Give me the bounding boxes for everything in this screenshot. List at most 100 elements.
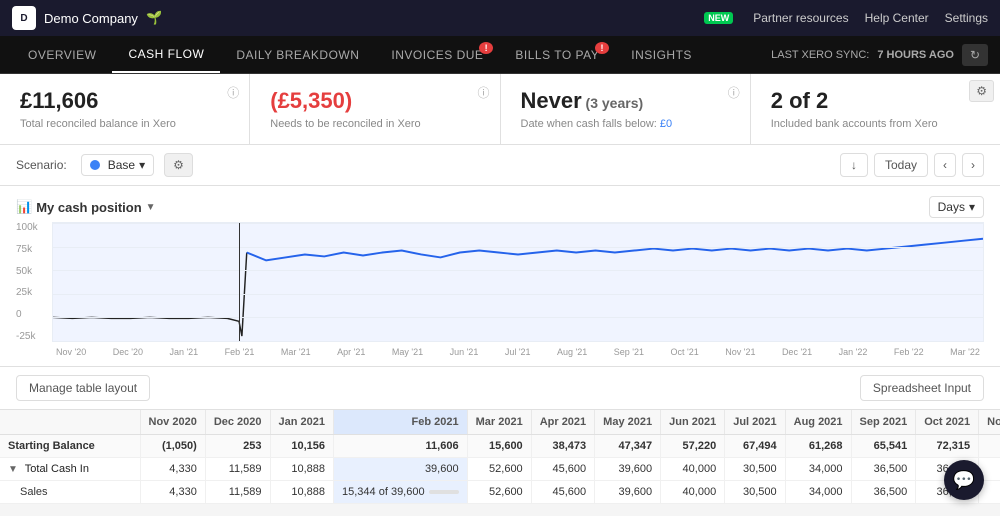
sales-progress-bar: 15,344 of 39,600 xyxy=(342,486,459,498)
bankaccounts-value: 2 of 2 xyxy=(771,88,980,114)
col-header-jul2021: Jul 2021 xyxy=(725,410,785,435)
tab-daily[interactable]: DAILY BREAKDOWN xyxy=(220,36,375,73)
bankaccounts-label: Included bank accounts from Xero xyxy=(771,118,980,130)
company-emoji: 🌱 xyxy=(146,10,162,26)
scenario-settings-button[interactable]: ⚙ xyxy=(164,153,193,177)
help-center-link[interactable]: Help Center xyxy=(865,11,929,25)
today-marker: TODAY xyxy=(239,223,240,341)
unreconciled-value: (£5,350) xyxy=(270,88,479,114)
tci-nov2020: 4,330 xyxy=(140,458,205,481)
tci-apr2021: 45,600 xyxy=(531,458,594,481)
partner-resources-link[interactable]: Partner resources xyxy=(753,11,848,25)
days-select[interactable]: Days ▾ xyxy=(929,196,984,218)
unreconciled-info-icon[interactable]: ⓘ xyxy=(477,84,489,101)
reconciled-label: Total reconciled balance in Xero xyxy=(20,118,229,130)
table-controls: Manage table layout Spreadsheet Input xyxy=(0,367,1000,410)
tab-bills[interactable]: BILLS TO PAY ! xyxy=(499,36,615,73)
cashfalls-info-icon[interactable]: ⓘ xyxy=(728,84,740,101)
chart-x-labels: Nov '20 Dec '20 Jan '21 Feb '21 Mar '21 … xyxy=(52,342,984,362)
total-cash-in-label: ▼ Total Cash In xyxy=(0,458,140,481)
tci-feb2021: 39,600 xyxy=(334,458,468,481)
sb-jul2021: 67,494 xyxy=(725,435,785,458)
sb-mar2021: 15,600 xyxy=(467,435,531,458)
chart-container: 100k 75k 50k 25k 0 -25k TODAY xyxy=(16,222,984,362)
col-header-nov2020: Nov 2020 xyxy=(140,410,205,435)
summary-card-reconciled: ⓘ £11,606 Total reconciled balance in Xe… xyxy=(0,74,250,144)
table-row-total-cash-in: ▼ Total Cash In 4,330 11,589 10,888 39,6… xyxy=(0,458,1000,481)
sales-dec2020: 11,589 xyxy=(205,481,270,504)
summary-card-bankaccounts: ⓘ ⚙ 2 of 2 Included bank accounts from X… xyxy=(751,74,1000,144)
bankaccounts-settings-button[interactable]: ⚙ xyxy=(969,80,994,102)
scenario-dropdown-icon: ▾ xyxy=(139,158,145,172)
new-badge: NEW xyxy=(704,12,733,24)
settings-link[interactable]: Settings xyxy=(945,11,988,25)
manage-layout-button[interactable]: Manage table layout xyxy=(16,375,150,401)
sb-jan2021: 10,156 xyxy=(270,435,333,458)
grid-line-100k xyxy=(53,223,983,224)
sb-aug2021: 61,268 xyxy=(785,435,851,458)
scenario-select[interactable]: Base ▾ xyxy=(81,154,154,176)
tci-jul2021: 30,500 xyxy=(725,458,785,481)
reconciled-value: £11,606 xyxy=(20,88,229,114)
sb-jun2021: 57,220 xyxy=(661,435,725,458)
chart-title-chevron: ▼ xyxy=(146,202,156,213)
col-header-dec2020: Dec 2020 xyxy=(205,410,270,435)
data-table-wrapper: Nov 2020 Dec 2020 Jan 2021 Feb 2021 Mar … xyxy=(0,410,1000,504)
prev-button[interactable]: ‹ xyxy=(934,153,956,177)
tab-navigation: OVERVIEW CASH FLOW DAILY BREAKDOWN INVOI… xyxy=(0,36,1000,74)
reconciled-info-icon[interactable]: ⓘ xyxy=(227,84,239,101)
sales-nov2020: 4,330 xyxy=(140,481,205,504)
spreadsheet-input-button[interactable]: Spreadsheet Input xyxy=(860,375,984,401)
sales-label: Sales xyxy=(0,481,140,504)
sb-nov2021: 72,088 xyxy=(979,435,1000,458)
today-button[interactable]: Today xyxy=(874,153,928,177)
grid-line-0 xyxy=(53,317,983,318)
sales-jan2021: 10,888 xyxy=(270,481,333,504)
col-header-may2021: May 2021 xyxy=(595,410,661,435)
tab-cashflow[interactable]: CASH FLOW xyxy=(112,36,220,73)
tab-insights[interactable]: INSIGHTS xyxy=(615,36,708,73)
col-header-sep2021: Sep 2021 xyxy=(851,410,916,435)
nav-left: D Demo Company 🌱 xyxy=(12,6,162,30)
sales-sep2021: 36,500 xyxy=(851,481,916,504)
tci-dec2020: 11,589 xyxy=(205,458,270,481)
sales-jul2021: 30,500 xyxy=(725,481,785,504)
grid-line-75k xyxy=(53,247,983,248)
days-dropdown-icon: ▾ xyxy=(969,200,975,214)
sb-nov2020: (1,050) xyxy=(140,435,205,458)
invoices-badge: ! xyxy=(479,42,493,54)
download-button[interactable]: ↓ xyxy=(840,153,868,177)
sales-progress-track xyxy=(429,490,459,494)
chat-icon: 💬 xyxy=(953,470,975,491)
col-header-aug2021: Aug 2021 xyxy=(785,410,851,435)
sales-apr2021: 45,600 xyxy=(531,481,594,504)
sb-sep2021: 65,541 xyxy=(851,435,916,458)
sb-may2021: 47,347 xyxy=(595,435,661,458)
summary-card-cashfalls: ⓘ Never (3 years) Date when cash falls b… xyxy=(501,74,751,144)
cashfalls-value: Never (3 years) xyxy=(521,88,730,114)
chart-icon: 📊 xyxy=(16,199,32,215)
sync-refresh-button[interactable]: ↻ xyxy=(962,44,988,66)
cashfalls-link[interactable]: £0 xyxy=(660,118,672,130)
table-row-starting-balance: Starting Balance (1,050) 253 10,156 11,6… xyxy=(0,435,1000,458)
tci-jun2021: 40,000 xyxy=(661,458,725,481)
chart-area: TODAY xyxy=(52,222,984,342)
tci-may2021: 39,600 xyxy=(595,458,661,481)
tab-invoices[interactable]: INVOICES DUE ! xyxy=(375,36,499,73)
tci-aug2021: 34,000 xyxy=(785,458,851,481)
bills-badge: ! xyxy=(595,42,609,54)
controls-bar: Scenario: Base ▾ ⚙ ↓ Today ‹ › xyxy=(0,145,1000,186)
collapse-icon[interactable]: ▼ xyxy=(8,464,18,475)
grid-line-25k xyxy=(53,294,983,295)
chart-title[interactable]: 📊 My cash position ▼ xyxy=(16,199,156,215)
sb-dec2020: 253 xyxy=(205,435,270,458)
sales-jun2021: 40,000 xyxy=(661,481,725,504)
next-button[interactable]: › xyxy=(962,153,984,177)
tci-sep2021: 36,500 xyxy=(851,458,916,481)
chat-button[interactable]: 💬 xyxy=(944,460,984,500)
tab-overview[interactable]: OVERVIEW xyxy=(12,36,112,73)
chart-section: 📊 My cash position ▼ Days ▾ 100k 75k 50k… xyxy=(0,186,1000,367)
col-header-apr2021: Apr 2021 xyxy=(531,410,594,435)
table-header-row: Nov 2020 Dec 2020 Jan 2021 Feb 2021 Mar … xyxy=(0,410,1000,435)
col-header-oct2021: Oct 2021 xyxy=(916,410,979,435)
